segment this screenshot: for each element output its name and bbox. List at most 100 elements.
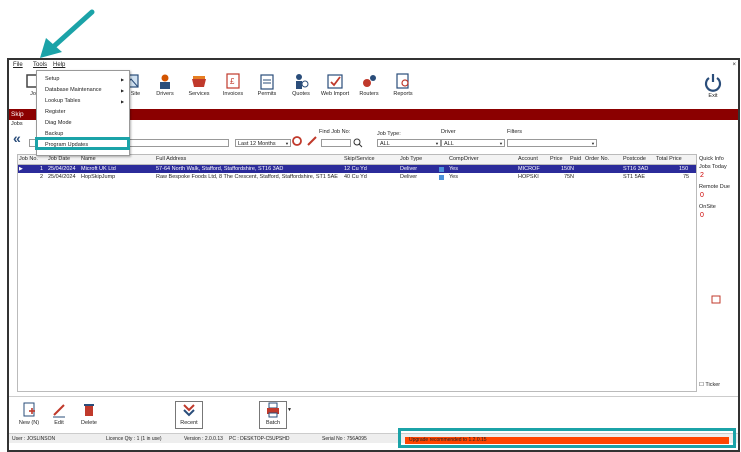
col-job-no[interactable]: Job No.	[19, 156, 38, 162]
row-pointer-icon: ▶	[19, 166, 23, 172]
col-job-type[interactable]: Job Type	[400, 156, 422, 162]
status-licence: Licence Qty : 1 (1 in use)	[106, 436, 162, 442]
refresh-icon[interactable]	[291, 134, 303, 148]
status-user: User : JOSLINSON	[12, 436, 56, 442]
batch-button[interactable]: Batch	[259, 401, 287, 429]
drivers-button[interactable]: Drivers	[147, 72, 183, 108]
section-title: Skip	[11, 111, 24, 118]
jobs-today-label: Jobs Today	[699, 164, 727, 170]
col-postcode[interactable]: Postcode	[623, 156, 646, 162]
menu-item-setup[interactable]: Setup	[45, 76, 59, 82]
col-driver[interactable]: Driver	[464, 156, 479, 162]
find-job-input[interactable]	[321, 139, 351, 147]
ticker-label: Ticker	[705, 382, 721, 388]
menu-item-register[interactable]: Register	[45, 109, 65, 115]
col-paid[interactable]: Paid	[570, 156, 581, 162]
col-total-price[interactable]: Total Price	[656, 156, 682, 162]
menu-file[interactable]: File	[13, 62, 23, 68]
permits-button[interactable]: Permits	[249, 72, 285, 108]
invoices-button[interactable]: £ Invoices	[215, 72, 251, 108]
ticker-checkbox[interactable]: ☐ Ticker	[699, 382, 720, 388]
web-import-label: Web Import	[320, 91, 350, 97]
double-chevron-down-icon	[183, 404, 195, 417]
driver-select[interactable]: ALL ▼	[441, 139, 505, 147]
cell-job-no: 2	[40, 174, 44, 180]
menu-bar: File Tools Help ×	[9, 60, 738, 70]
invoice-icon: £	[226, 73, 240, 89]
quotes-label: Quotes	[292, 91, 310, 97]
table-row[interactable]: ▶ 1 25/04/2024 Microft UK Ltd 57-64 Nort…	[18, 165, 696, 173]
chevron-down-icon: ▼	[499, 141, 503, 146]
status-pc: PC : DESKTOP-C5UPSHD	[229, 436, 290, 442]
search-icon[interactable]	[353, 138, 363, 148]
menu-item-lookup-tables[interactable]: Lookup Tables	[45, 98, 80, 104]
edit-button[interactable]: Edit	[45, 401, 73, 429]
edit-label: Edit	[54, 420, 64, 426]
cell-job-date: 25/04/2024	[48, 166, 76, 172]
delete-button[interactable]: Delete	[75, 401, 103, 429]
recent-button[interactable]: Recent	[175, 401, 203, 429]
invoices-label: Invoices	[222, 91, 244, 97]
power-icon	[704, 74, 722, 92]
clear-icon[interactable]	[307, 136, 317, 146]
driver-value: ALL	[444, 141, 454, 147]
new-document-icon	[23, 402, 35, 417]
col-order-no[interactable]: Order No.	[585, 156, 609, 162]
batch-dropdown-icon[interactable]: ▼	[287, 407, 292, 413]
filters-select[interactable]: ▼	[507, 139, 597, 147]
cell-service: 40 Cu Yd	[344, 174, 367, 180]
cell-paid: N	[570, 174, 574, 180]
drivers-label: Drivers	[156, 91, 174, 97]
job-type-value: ALL	[380, 141, 390, 147]
cell-total: 75	[683, 174, 690, 180]
web-import-button[interactable]: Web Import	[317, 72, 353, 108]
delete-label: Delete	[81, 420, 97, 426]
job-type-select[interactable]: ALL ▼	[377, 139, 441, 147]
driver-icon	[160, 74, 170, 89]
col-job-date[interactable]: Job Date	[48, 156, 70, 162]
tab-jobs-label: Jobs	[11, 121, 23, 127]
quotes-button[interactable]: Quotes	[283, 72, 319, 108]
close-icon[interactable]: ×	[732, 62, 736, 68]
services-button[interactable]: Services	[181, 72, 217, 108]
annotation-arrow	[40, 9, 95, 58]
menu-help[interactable]: Help	[53, 62, 65, 68]
col-comp[interactable]: Comp	[449, 156, 464, 162]
cell-job-type: Deliver	[400, 166, 418, 172]
permits-label: Permits	[257, 91, 277, 97]
onsite-value: 0	[700, 212, 704, 219]
cell-job-date: 25/04/2024	[48, 174, 76, 180]
upgrade-notice[interactable]: Upgrade recommended to 1.2.0.15	[405, 437, 729, 444]
submenu-arrow-icon: ▶	[121, 99, 125, 104]
calendar-icon[interactable]	[711, 294, 721, 304]
routers-label: Routers	[359, 91, 379, 97]
submenu-arrow-icon: ▶	[121, 88, 125, 93]
cell-total: 150	[679, 166, 689, 172]
new-button[interactable]: New (N)	[15, 401, 43, 429]
col-skip-service[interactable]: Skip/Service	[344, 156, 375, 162]
menu-item-database-maintenance[interactable]: Database Maintenance	[45, 87, 102, 93]
recent-label: Recent	[180, 420, 198, 426]
cell-job-no: 1	[40, 166, 44, 172]
date-range-select[interactable]: Last 12 Months ▼	[235, 139, 291, 147]
col-price[interactable]: Price	[550, 156, 563, 162]
chevron-down-icon: ▼	[285, 141, 289, 146]
cell-comp: Yes	[449, 166, 458, 172]
clipboard-icon	[260, 74, 274, 90]
jobs-table: Job No. Job Date Name Full Address Skip/…	[17, 154, 697, 392]
app-window: File Tools Help × Jo On Site Drivers Ser…	[7, 58, 740, 452]
table-row[interactable]: 2 25/04/2024 HopSkipJump Raw Bespoke Foo…	[18, 173, 696, 181]
routers-button[interactable]: Routers	[351, 72, 387, 108]
col-full-address[interactable]: Full Address	[156, 156, 186, 162]
cell-comp: Yes	[449, 174, 458, 180]
cell-name: Microft UK Ltd	[81, 166, 116, 172]
menu-item-diag-mode[interactable]: Diag Mode	[45, 120, 72, 126]
cell-postcode: ST16 3AD	[623, 166, 649, 172]
reports-button[interactable]: Reports	[385, 72, 421, 108]
back-icon[interactable]: «	[13, 130, 21, 146]
menu-tools[interactable]: Tools	[33, 62, 47, 68]
exit-button[interactable]: Exit	[695, 72, 731, 108]
job-type-label: Job Type:	[377, 131, 401, 137]
col-name[interactable]: Name	[81, 156, 96, 162]
col-account[interactable]: Account	[518, 156, 538, 162]
